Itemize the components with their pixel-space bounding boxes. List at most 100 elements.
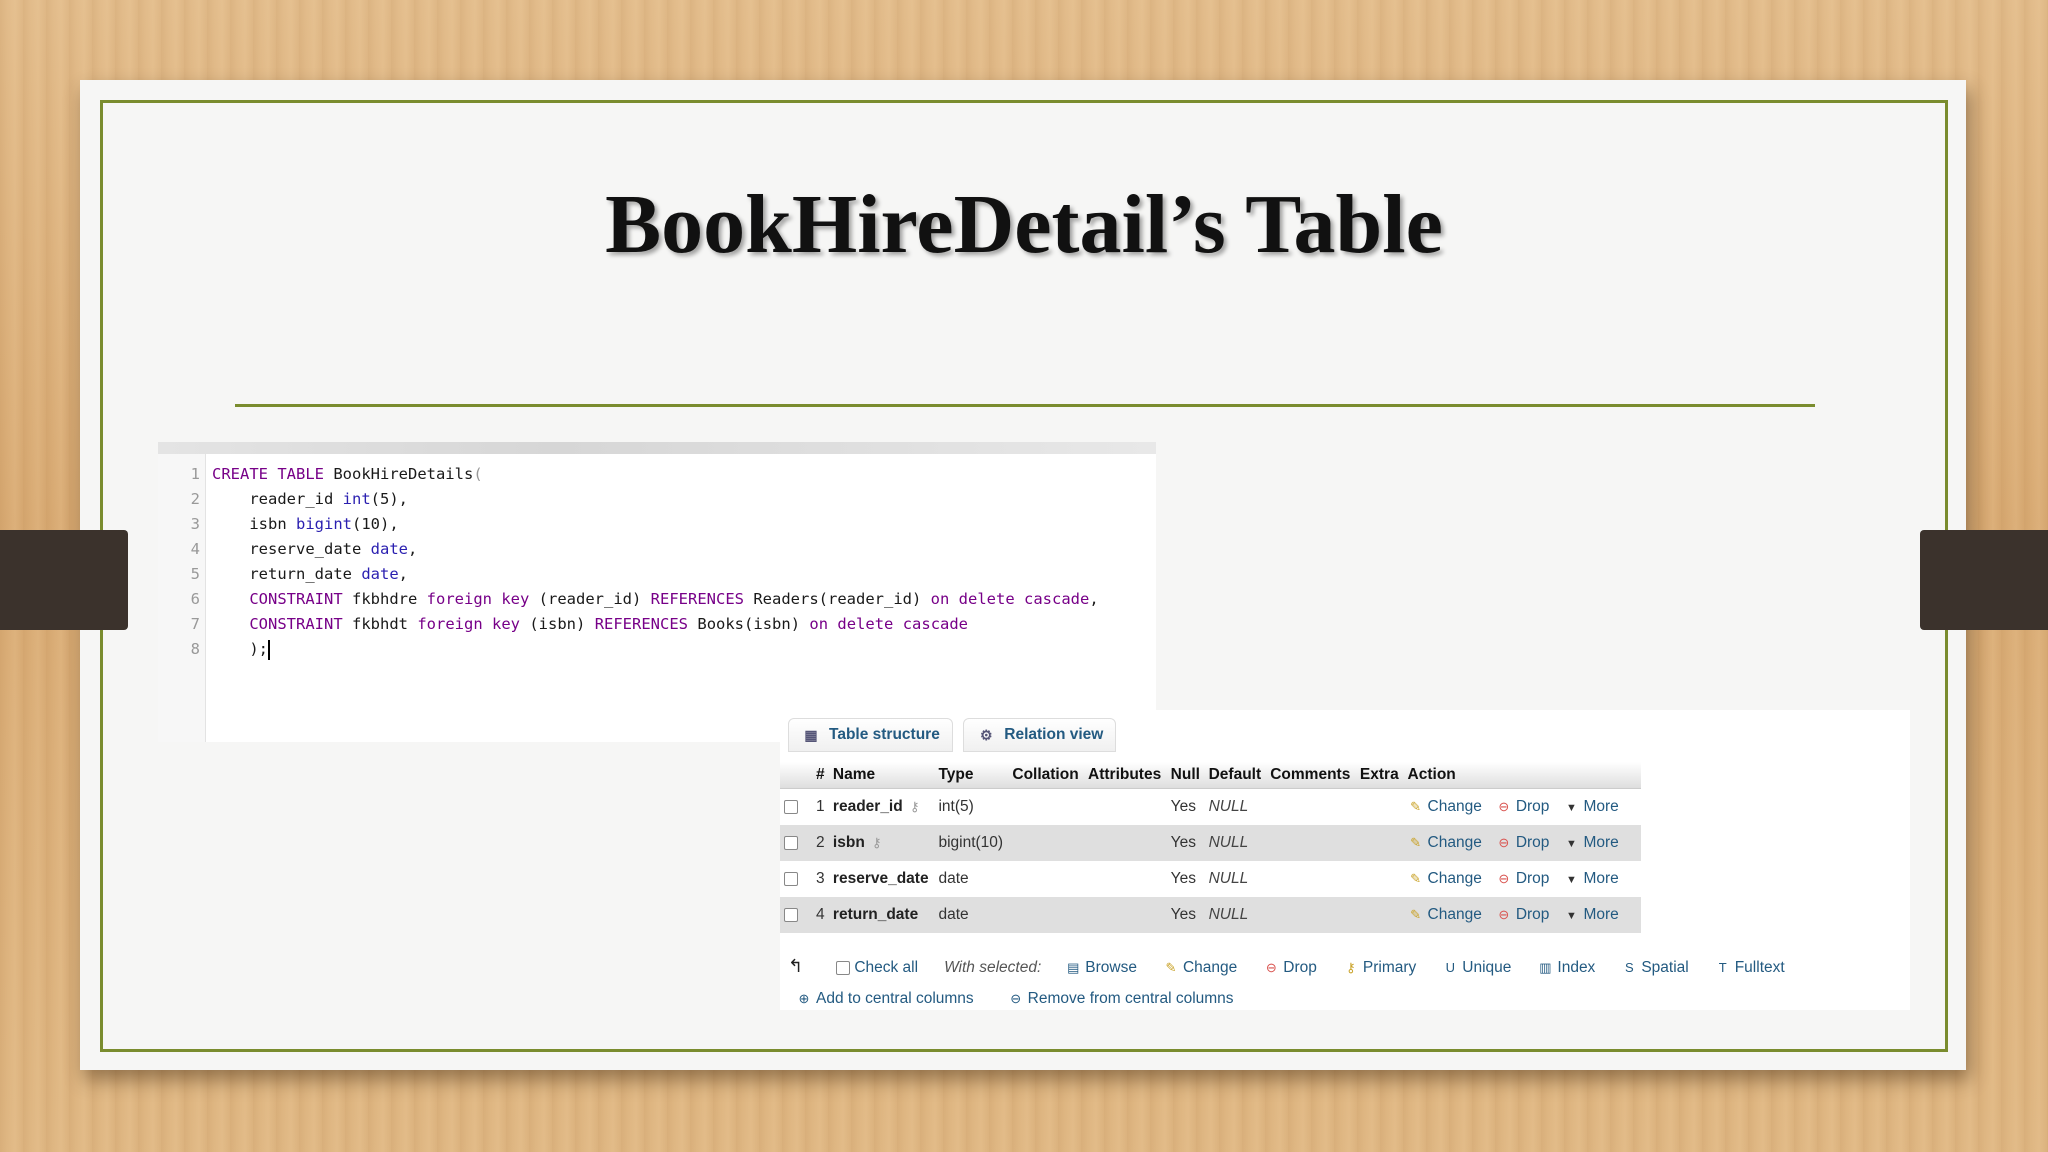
sql-editor[interactable]: 1 CREATE TABLE BookHireDetails( 2 reader_… [158, 442, 1156, 742]
row-number: 4 [812, 897, 829, 933]
unique-button[interactable]: U Unique [1442, 959, 1512, 976]
change-button[interactable]: ✎ Change [1408, 834, 1482, 851]
change-label: Change [1427, 798, 1482, 815]
header-null[interactable]: Null [1166, 762, 1205, 789]
more-button[interactable]: ▼ More [1563, 798, 1619, 815]
field-default: NULL [1208, 834, 1249, 851]
browse-icon: ▤ [1067, 960, 1080, 975]
row-checkbox[interactable] [784, 907, 798, 922]
slide-title: BookHireDetail’s Table [605, 178, 1443, 271]
more-button[interactable]: ▼ More [1563, 906, 1619, 923]
more-label: More [1583, 834, 1619, 851]
kw-constraint: CONSTRAINT [249, 590, 343, 608]
pencil-icon: ✎ [1410, 907, 1421, 922]
unique-icon: U [1445, 960, 1455, 975]
field-collation [1008, 788, 1085, 825]
text-cursor [268, 639, 270, 660]
table-header-row: # Name Type Collation Attributes Null De… [780, 762, 1641, 789]
code-area[interactable]: 1 CREATE TABLE BookHireDetails( 2 reader_… [158, 462, 1099, 662]
close-paren: ); [249, 640, 268, 658]
header-collation[interactable]: Collation [1008, 762, 1085, 789]
field-extra [1355, 788, 1404, 825]
more-label: More [1583, 870, 1619, 887]
add-columns-icon: ⊕ [798, 991, 810, 1006]
bulk-change-button[interactable]: ✎ Change [1163, 959, 1238, 976]
drop-label: Drop [1515, 870, 1550, 887]
change-button[interactable]: ✎ Change [1408, 906, 1482, 923]
check-all-checkbox[interactable] [836, 960, 850, 975]
field-default: NULL [1208, 870, 1249, 887]
tab-table-structure[interactable]: ▦ Table structure [788, 718, 953, 752]
kw-constraint: CONSTRAINT [249, 615, 343, 633]
change-button[interactable]: ✎ Change [1408, 870, 1482, 887]
more-button[interactable]: ▼ More [1563, 834, 1619, 851]
binder-clip-left [0, 530, 128, 630]
header-comments[interactable]: Comments [1266, 762, 1356, 789]
field-attributes [1084, 861, 1167, 897]
structure-panel: ▦ Table structure ⚙ Relation view # Name T… [780, 710, 1910, 1010]
add-central-columns-button[interactable]: ⊕ Add to central columns [796, 990, 974, 1007]
type-keyword: date [370, 540, 408, 558]
change-button[interactable]: ✎ Change [1408, 798, 1482, 815]
line-number: 5 [190, 565, 200, 583]
row-checkbox[interactable] [784, 799, 798, 814]
field-comments [1266, 861, 1356, 897]
field-comments [1266, 825, 1356, 861]
browse-button[interactable]: ▤ Browse [1065, 959, 1137, 976]
header-name[interactable]: Name [828, 762, 935, 789]
code-line: 2 reader_id int(5), [158, 487, 1099, 512]
kw-on-delete-cascade: on delete cascade [809, 615, 969, 633]
row-number: 2 [812, 825, 829, 861]
field-null: Yes [1166, 788, 1205, 825]
spatial-icon: S [1624, 960, 1634, 975]
drop-button[interactable]: ⊖ Drop [1496, 906, 1550, 923]
add-central-label: Add to central columns [816, 990, 974, 1007]
key-icon: ⚷ [909, 799, 920, 814]
row-checkbox[interactable] [784, 871, 798, 886]
table-name: BookHireDetails [333, 465, 474, 483]
line-number: 4 [190, 540, 200, 558]
key-icon: ⚷ [872, 835, 882, 850]
field-comments [1266, 788, 1356, 825]
bulk-drop-button[interactable]: ⊖ Drop [1263, 959, 1317, 976]
column-name: reserve_date [249, 540, 362, 558]
row-number: 1 [812, 788, 829, 825]
remove-columns-icon: ⊖ [1010, 991, 1022, 1006]
header-attributes[interactable]: Attributes [1084, 762, 1167, 789]
header-type[interactable]: Type [934, 762, 1009, 789]
central-columns-actions: ⊕ Add to central columns ⊖ Remove from cent… [796, 990, 1268, 1008]
editor-toolbar [158, 442, 1156, 454]
code-line: 4 reserve_date date, [158, 537, 1099, 562]
drop-icon: ⊖ [1498, 907, 1510, 922]
pencil-icon: ✎ [1410, 871, 1421, 886]
drop-button[interactable]: ⊖ Drop [1496, 798, 1550, 815]
drop-button[interactable]: ⊖ Drop [1496, 834, 1549, 851]
ref-table: Readers [753, 590, 819, 608]
drop-label: Drop [1515, 798, 1550, 815]
index-button[interactable]: ▥ Index [1537, 959, 1595, 976]
field-name: isbn [832, 834, 865, 851]
field-type: date [934, 861, 1009, 897]
more-button[interactable]: ▼ More [1563, 870, 1619, 887]
primary-label: Primary [1362, 959, 1417, 976]
spatial-button[interactable]: S Spatial [1621, 959, 1689, 976]
header-default[interactable]: Default [1204, 762, 1267, 789]
type-keyword: date [361, 565, 399, 583]
chevron-down-icon: ▼ [1565, 910, 1577, 922]
header-extra[interactable]: Extra [1355, 762, 1404, 789]
check-all[interactable]: Check all [836, 959, 918, 976]
binder-clip-right [1920, 530, 2048, 630]
field-null: Yes [1166, 861, 1205, 897]
fk-column: (isbn) [529, 615, 586, 633]
fulltext-button[interactable]: T Fulltext [1715, 959, 1785, 976]
row-checkbox[interactable] [784, 835, 798, 850]
header-select [780, 762, 812, 789]
fulltext-label: Fulltext [1734, 959, 1785, 976]
drop-label: Drop [1515, 906, 1550, 923]
drop-button[interactable]: ⊖ Drop [1496, 870, 1550, 887]
tab-relation-view[interactable]: ⚙ Relation view [963, 718, 1117, 752]
relation-view-icon: ⚙ [980, 726, 993, 743]
constraint-name: fkbhdt [352, 615, 408, 633]
primary-button[interactable]: ⚷ Primary [1343, 959, 1416, 976]
remove-central-columns-button[interactable]: ⊖ Remove from central columns [1008, 990, 1233, 1007]
